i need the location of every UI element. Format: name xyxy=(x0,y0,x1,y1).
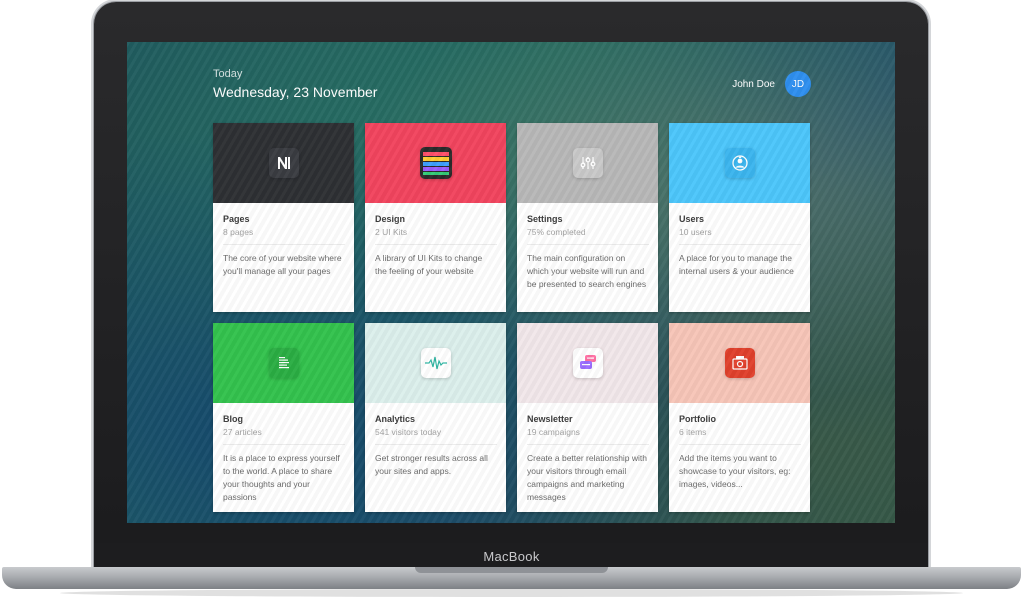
card-users[interactable]: Users 10 users A place for you to manage… xyxy=(669,123,810,312)
card-title: Portfolio xyxy=(679,414,716,424)
pages-logo-icon xyxy=(268,148,299,178)
laptop-base-notch xyxy=(415,567,608,573)
card-header xyxy=(213,323,354,403)
today-label: Today xyxy=(213,68,243,80)
card-blog[interactable]: Blog 27 articles It is a place to expres… xyxy=(213,323,354,512)
card-description: Get stronger results across all your sit… xyxy=(375,453,488,476)
card-settings[interactable]: Settings 75% completed The main configur… xyxy=(517,123,658,312)
laptop-shadow xyxy=(60,589,963,597)
app-card-grid: Pages 8 pages The core of your website w… xyxy=(213,123,810,512)
card-header xyxy=(669,323,810,403)
card-meta: 27 articles xyxy=(223,427,262,437)
divider xyxy=(527,244,649,245)
card-description: Create a better relationship with your v… xyxy=(527,453,648,502)
date-header: Today Wednesday, 23 November xyxy=(213,68,377,100)
card-title: Users xyxy=(679,214,705,224)
card-description: It is a place to express yourself to the… xyxy=(223,453,340,502)
chat-bubbles-icon xyxy=(572,348,603,378)
divider xyxy=(679,444,801,445)
card-header xyxy=(365,123,506,203)
card-title: Settings xyxy=(527,214,563,224)
avatar[interactable]: JD xyxy=(785,71,811,97)
card-pages[interactable]: Pages 8 pages The core of your website w… xyxy=(213,123,354,312)
card-meta: 8 pages xyxy=(223,227,254,237)
laptop-mockup: MacBook Today Wednesday, 23 November Joh… xyxy=(0,0,1023,600)
divider xyxy=(527,444,649,445)
waveform-icon xyxy=(420,348,451,378)
card-header xyxy=(517,123,658,203)
dashboard-screen: Today Wednesday, 23 November John Doe JD… xyxy=(127,42,895,523)
card-header xyxy=(517,323,658,403)
card-description: A library of UI Kits to change the feeli… xyxy=(375,253,483,276)
user-name[interactable]: John Doe xyxy=(732,79,775,90)
card-meta: 541 visitors today xyxy=(375,427,442,437)
document-lines-icon xyxy=(268,348,299,378)
card-description: Add the items you want to showcase to yo… xyxy=(679,453,791,489)
divider xyxy=(223,244,345,245)
card-header xyxy=(365,323,506,403)
card-title: Design xyxy=(375,214,406,224)
user-menu[interactable]: John Doe JD xyxy=(732,71,811,97)
user-circle-icon xyxy=(724,148,755,178)
card-description: A place for you to manage the internal u… xyxy=(679,253,794,276)
current-date: Wednesday, 23 November xyxy=(213,84,378,100)
divider xyxy=(679,244,801,245)
card-meta: 10 users xyxy=(679,227,712,237)
portfolio-images-icon xyxy=(724,348,755,378)
sliders-icon xyxy=(572,148,603,178)
laptop-brand-label: MacBook xyxy=(483,549,540,564)
card-design[interactable]: Design 2 UI Kits A library of UI Kits to… xyxy=(365,123,506,312)
card-title: Pages xyxy=(223,214,250,224)
divider xyxy=(375,444,497,445)
card-newsletter[interactable]: Newsletter 19 campaigns Create a better … xyxy=(517,323,658,512)
card-analytics[interactable]: Analytics 541 visitors today Get stronge… xyxy=(365,323,506,512)
card-portfolio[interactable]: Portfolio 6 items Add the items you want… xyxy=(669,323,810,512)
card-meta: 2 UI Kits xyxy=(375,227,408,237)
card-description: The core of your website where you'll ma… xyxy=(223,253,342,276)
card-header xyxy=(213,123,354,203)
card-title: Analytics xyxy=(375,414,416,424)
divider xyxy=(223,444,345,445)
card-title: Newsletter xyxy=(527,414,573,424)
card-title: Blog xyxy=(223,414,243,424)
card-meta: 75% completed xyxy=(527,227,586,237)
card-meta: 6 items xyxy=(679,427,707,437)
card-meta: 19 campaigns xyxy=(527,427,580,437)
card-description: The main configuration on which your web… xyxy=(527,253,647,289)
card-header xyxy=(669,123,810,203)
color-stripes-icon xyxy=(419,147,452,179)
divider xyxy=(375,244,497,245)
